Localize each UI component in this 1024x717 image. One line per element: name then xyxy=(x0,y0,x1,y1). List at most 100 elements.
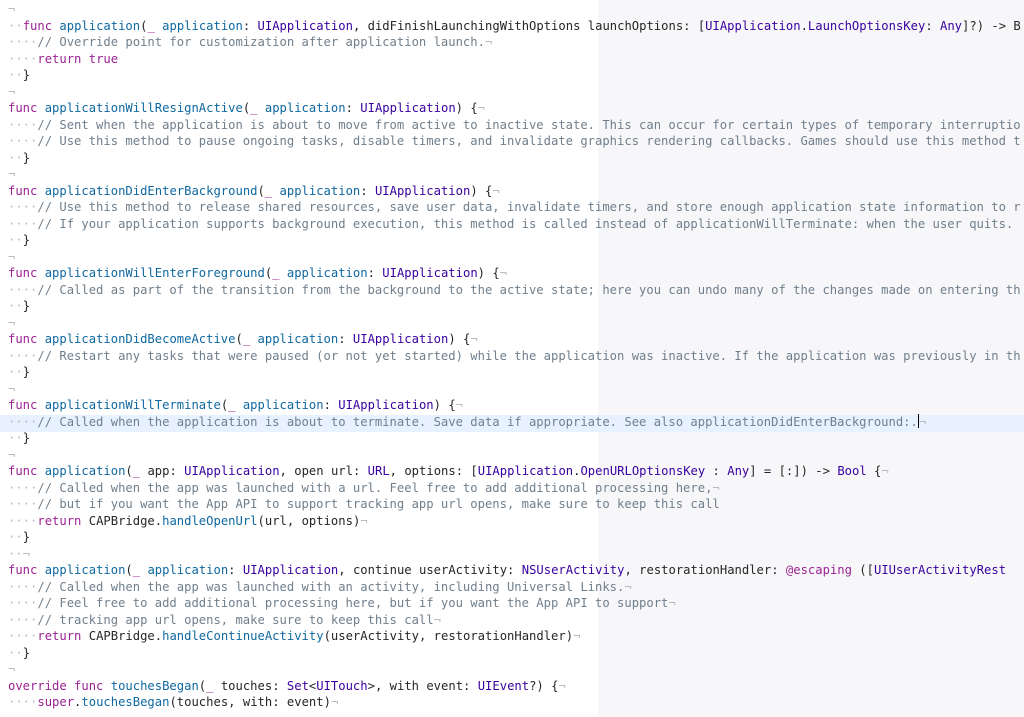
invisible-char: ¬ xyxy=(8,447,16,462)
code-line[interactable]: ··} xyxy=(8,364,1021,381)
comment-token: // Feel free to add additional processin… xyxy=(37,596,669,610)
comment-token: // Called when the app was launched with… xyxy=(37,579,625,594)
comment-token: // Called as part of the transition from… xyxy=(37,282,1021,297)
code-line[interactable]: ····super.touchesBegan(touches, with: ev… xyxy=(8,694,1021,711)
invisible-char: ¬ xyxy=(455,398,463,412)
code-line[interactable]: ····// Called as part of the transition … xyxy=(8,282,1021,299)
code-line[interactable]: ····return CAPBridge.handleContinueActiv… xyxy=(8,628,1021,645)
invisible-char: ·· xyxy=(8,431,23,445)
code-line[interactable]: ··¬ xyxy=(8,546,1021,563)
invisible-char: ···· xyxy=(8,596,38,610)
code-line[interactable]: ¬ xyxy=(8,166,1021,183)
function-signature: application(_ app: UIApplication, open u… xyxy=(44,464,882,478)
code-line[interactable]: ····// Feel free to add additional proce… xyxy=(8,595,1021,612)
invisible-char: ···· xyxy=(8,612,38,627)
invisible-char: ¬ xyxy=(470,332,478,346)
invisible-char: ·· xyxy=(8,18,23,33)
code-line[interactable]: ····// tracking app url opens, make sure… xyxy=(8,612,1021,629)
code-line[interactable]: func applicationDidBecomeActive(_ applic… xyxy=(8,331,1021,348)
function-signature: applicationWillEnterForeground(_ applica… xyxy=(44,266,500,280)
comment-token: // Called when the app was launched with… xyxy=(37,480,713,495)
code-line[interactable]: ····// Override point for customization … xyxy=(8,34,1021,51)
code-line[interactable]: ··} xyxy=(8,232,1021,249)
code-line[interactable]: ····return CAPBridge.handleOpenUrl(url, … xyxy=(8,513,1021,530)
code-line[interactable]: ··} xyxy=(8,430,1021,447)
invisible-char: ···· xyxy=(8,117,38,132)
code-line[interactable]: ····// If your application supports back… xyxy=(8,216,1021,233)
keyword-token: func xyxy=(8,183,38,198)
function-signature: applicationWillResignActive(_ applicatio… xyxy=(44,101,478,115)
code-line[interactable]: func applicationWillEnterForeground(_ ap… xyxy=(8,265,1021,282)
code-line[interactable]: ¬ xyxy=(8,1,1021,18)
code-line[interactable]: ····// Use this method to pause ongoing … xyxy=(8,133,1021,150)
invisible-char: ···· xyxy=(8,579,38,594)
invisible-char: ···· xyxy=(8,480,38,495)
comment-token: // Override point for customization afte… xyxy=(37,35,485,49)
invisible-char: ···· xyxy=(8,134,38,148)
code-line[interactable]: ¬ xyxy=(8,84,1021,101)
code-line[interactable]: override func touchesBegan(_ touches: Se… xyxy=(8,678,1021,695)
code-line[interactable]: ··} xyxy=(8,529,1021,546)
code-line[interactable]: func applicationWillResignActive(_ appli… xyxy=(8,100,1021,117)
invisible-char: ¬ xyxy=(558,678,566,693)
code-line[interactable]: ····// Called when the app was launched … xyxy=(8,579,1021,596)
keyword-token: override func xyxy=(8,678,104,693)
code-line[interactable]: ¬ xyxy=(8,661,1021,678)
invisible-char: ·· xyxy=(8,365,23,379)
code-line[interactable]: ¬ xyxy=(8,315,1021,332)
invisible-char: ·· xyxy=(8,150,23,165)
invisible-char: ¬ xyxy=(8,167,16,181)
brace-token: } xyxy=(22,299,31,313)
code-line[interactable]: ··} xyxy=(8,645,1021,662)
code-line[interactable]: ··func application(_ application: UIAppl… xyxy=(8,18,1021,35)
code-line[interactable]: ¬ xyxy=(8,381,1021,398)
code-line[interactable]: ··} xyxy=(8,150,1021,167)
invisible-char: ···· xyxy=(8,282,38,297)
invisible-char: ···· xyxy=(8,348,38,363)
code-area[interactable]: ¬ ··func application(_ application: UIApp… xyxy=(8,1,1021,711)
comment-token: // If your application supports backgrou… xyxy=(37,216,1014,231)
code-line[interactable]: func application(_ app: UIApplication, o… xyxy=(8,463,1021,480)
invisible-char: ···· xyxy=(8,629,38,643)
code-line[interactable]: ¬ xyxy=(8,249,1021,266)
code-line[interactable]: ····// Called when the application is ab… xyxy=(8,413,1021,431)
invisible-char: ¬ xyxy=(433,612,441,627)
code-line[interactable]: func applicationDidEnterBackground(_ app… xyxy=(8,183,1021,200)
invisible-char: ¬ xyxy=(477,101,486,115)
comment-token: // Called when the application is about … xyxy=(37,414,918,429)
code-line[interactable]: ····// Called when the app was launched … xyxy=(8,480,1021,497)
brace-token: } xyxy=(22,68,31,82)
code-line[interactable]: ··} xyxy=(8,298,1021,315)
invisible-char: ¬ xyxy=(499,266,508,280)
code-editor[interactable]: ¬ ··func application(_ application: UIApp… xyxy=(0,0,1024,717)
code-line[interactable]: ····// Use this method to release shared… xyxy=(8,199,1021,216)
code-line[interactable]: ····// Restart any tasks that were pause… xyxy=(8,348,1021,365)
code-line[interactable]: func application(_ application: UIApplic… xyxy=(8,562,1021,579)
code-line[interactable]: ··} xyxy=(8,67,1021,84)
invisible-char: ¬ xyxy=(8,381,16,396)
keyword-token: return xyxy=(37,629,82,643)
invisible-char: ···· xyxy=(8,216,38,231)
code-line[interactable]: ¬ xyxy=(8,447,1021,464)
comment-token: // but if you want the App API to suppor… xyxy=(37,497,720,511)
invisible-char: ·· xyxy=(8,645,23,660)
code-line[interactable]: ····return true xyxy=(8,51,1021,68)
code-line[interactable]: ····// but if you want the App API to su… xyxy=(8,496,1021,513)
brace-token: } xyxy=(22,431,31,445)
code-line[interactable]: func applicationWillTerminate(_ applicat… xyxy=(8,397,1021,414)
code-line[interactable]: ····// Sent when the application is abou… xyxy=(8,117,1021,134)
comment-token: // Restart any tasks that were paused (o… xyxy=(37,348,1021,363)
invisible-char: ···· xyxy=(8,497,38,511)
brace-token: } xyxy=(22,233,31,247)
invisible-char: ···· xyxy=(8,51,38,66)
keyword-token: true xyxy=(88,51,119,66)
